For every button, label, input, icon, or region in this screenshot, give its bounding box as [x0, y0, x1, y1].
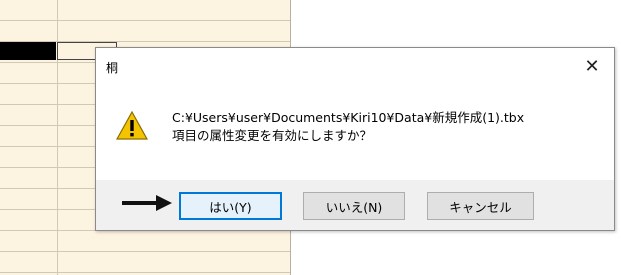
close-icon: ✕ [584, 55, 600, 77]
message-area: C:¥Users¥user¥Documents¥Kiri10¥Data¥新規作成… [96, 84, 614, 180]
close-button[interactable]: ✕ [570, 48, 614, 84]
dialog-title: 桐 [106, 61, 119, 75]
warning-icon [116, 110, 148, 140]
message-path: C:¥Users¥user¥Documents¥Kiri10¥Data¥新規作成… [172, 110, 525, 125]
button-bar: はい(Y) いいえ(N) キャンセル [96, 180, 614, 230]
cancel-button[interactable]: キャンセル [427, 192, 534, 220]
right-arrow-icon [122, 195, 172, 211]
no-button[interactable]: いいえ(N) [303, 192, 405, 220]
selected-row-header [0, 42, 56, 60]
message-question: 項目の属性変更を有効にしますか？ [172, 128, 373, 143]
dialog-titlebar: 桐 ✕ [96, 48, 614, 84]
yes-button[interactable]: はい(Y) [179, 192, 282, 220]
confirm-dialog: 桐 ✕ C:¥Users¥user¥Documents¥Kiri10¥Data¥… [95, 47, 615, 231]
